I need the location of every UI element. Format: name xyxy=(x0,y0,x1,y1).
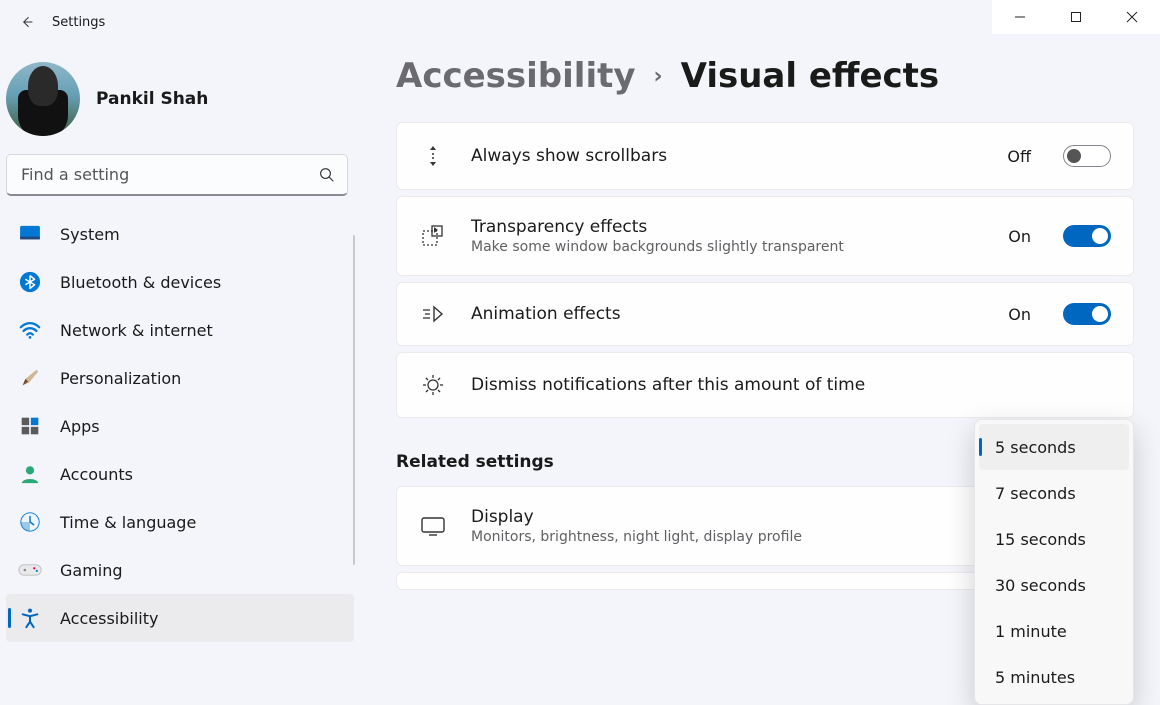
sidebar-item-label: Time & language xyxy=(60,513,196,532)
toggle-label: Off xyxy=(1007,147,1031,166)
sidebar-item-bluetooth[interactable]: Bluetooth & devices xyxy=(6,258,354,306)
setting-title: Transparency effects xyxy=(471,217,984,237)
setting-subtitle: Make some window backgrounds slightly tr… xyxy=(471,239,984,255)
sidebar-item-personalization[interactable]: Personalization xyxy=(6,354,354,402)
brush-icon xyxy=(18,366,42,390)
clock-icon xyxy=(18,510,42,534)
window-controls xyxy=(992,0,1160,34)
dropdown-option[interactable]: 30 seconds xyxy=(975,562,1133,608)
dropdown-option[interactable]: 1 minute xyxy=(975,608,1133,654)
sidebar-item-label: Personalization xyxy=(60,369,181,388)
scrollbar-track[interactable] xyxy=(353,235,355,565)
person-icon xyxy=(18,462,42,486)
sidebar-item-label: Bluetooth & devices xyxy=(60,273,221,292)
breadcrumb-current: Visual effects xyxy=(681,56,940,96)
setting-title: Animation effects xyxy=(471,304,984,324)
setting-row-dismiss[interactable]: Dismiss notifications after this amount … xyxy=(396,352,1134,418)
nav: System Bluetooth & devices Network & int… xyxy=(6,210,354,642)
animation-icon xyxy=(419,304,447,324)
accessibility-icon xyxy=(18,606,42,630)
dismiss-icon xyxy=(419,373,447,397)
setting-row-transparency: Transparency effects Make some window ba… xyxy=(396,196,1134,276)
profile-block[interactable]: Pankil Shah xyxy=(6,54,354,154)
titlebar: Settings xyxy=(0,0,1160,44)
avatar xyxy=(6,62,80,136)
system-icon xyxy=(18,222,42,246)
wifi-icon xyxy=(18,318,42,342)
sidebar-item-label: Apps xyxy=(60,417,100,436)
dropdown-option[interactable]: 5 seconds xyxy=(979,424,1129,470)
setting-title: Always show scrollbars xyxy=(471,146,983,166)
search-input[interactable] xyxy=(6,154,348,196)
dropdown-option[interactable]: 15 seconds xyxy=(975,516,1133,562)
main-content: Accessibility › Visual effects Always sh… xyxy=(360,44,1160,677)
sidebar-item-label: Gaming xyxy=(60,561,123,580)
sidebar-item-system[interactable]: System xyxy=(6,210,354,258)
sidebar-item-label: Accounts xyxy=(60,465,133,484)
apps-icon xyxy=(18,414,42,438)
setting-row-scrollbars: Always show scrollbars Off xyxy=(396,122,1134,190)
breadcrumb-parent[interactable]: Accessibility xyxy=(396,56,636,96)
minimize-button[interactable] xyxy=(992,0,1048,34)
dropdown-option[interactable]: 7 seconds xyxy=(975,470,1133,516)
search-icon xyxy=(318,166,336,184)
sidebar-item-network[interactable]: Network & internet xyxy=(6,306,354,354)
back-button[interactable] xyxy=(6,4,46,40)
maximize-button[interactable] xyxy=(1048,0,1104,34)
sidebar-item-accounts[interactable]: Accounts xyxy=(6,450,354,498)
sidebar-item-gaming[interactable]: Gaming xyxy=(6,546,354,594)
gamepad-icon xyxy=(18,558,42,582)
close-button[interactable] xyxy=(1104,0,1160,34)
dropdown-option[interactable]: 5 minutes xyxy=(975,654,1133,700)
bluetooth-icon xyxy=(18,270,42,294)
sidebar-item-label: Network & internet xyxy=(60,321,213,340)
setting-title: Dismiss notifications after this amount … xyxy=(471,375,1111,395)
toggle-label: On xyxy=(1008,227,1031,246)
sidebar-item-apps[interactable]: Apps xyxy=(6,402,354,450)
sidebar: Pankil Shah System Bluetooth & devices xyxy=(0,44,360,677)
toggle-transparency[interactable] xyxy=(1063,225,1111,247)
username: Pankil Shah xyxy=(96,89,208,109)
search-wrap xyxy=(6,154,354,196)
sidebar-item-label: System xyxy=(60,225,120,244)
toggle-label: On xyxy=(1008,305,1031,324)
setting-row-animation: Animation effects On xyxy=(396,282,1134,346)
chevron-right-icon: › xyxy=(654,64,663,89)
scrollbars-icon xyxy=(419,143,447,169)
app-title: Settings xyxy=(46,15,105,30)
sidebar-item-label: Accessibility xyxy=(60,609,158,628)
transparency-icon xyxy=(419,225,447,247)
dismiss-dropdown: 5 seconds 7 seconds 15 seconds 30 second… xyxy=(974,419,1134,705)
breadcrumb: Accessibility › Visual effects xyxy=(396,56,1134,96)
sidebar-item-time[interactable]: Time & language xyxy=(6,498,354,546)
toggle-scrollbars[interactable] xyxy=(1063,145,1111,167)
toggle-animation[interactable] xyxy=(1063,303,1111,325)
sidebar-item-accessibility[interactable]: Accessibility xyxy=(6,594,354,642)
display-icon xyxy=(419,515,447,537)
